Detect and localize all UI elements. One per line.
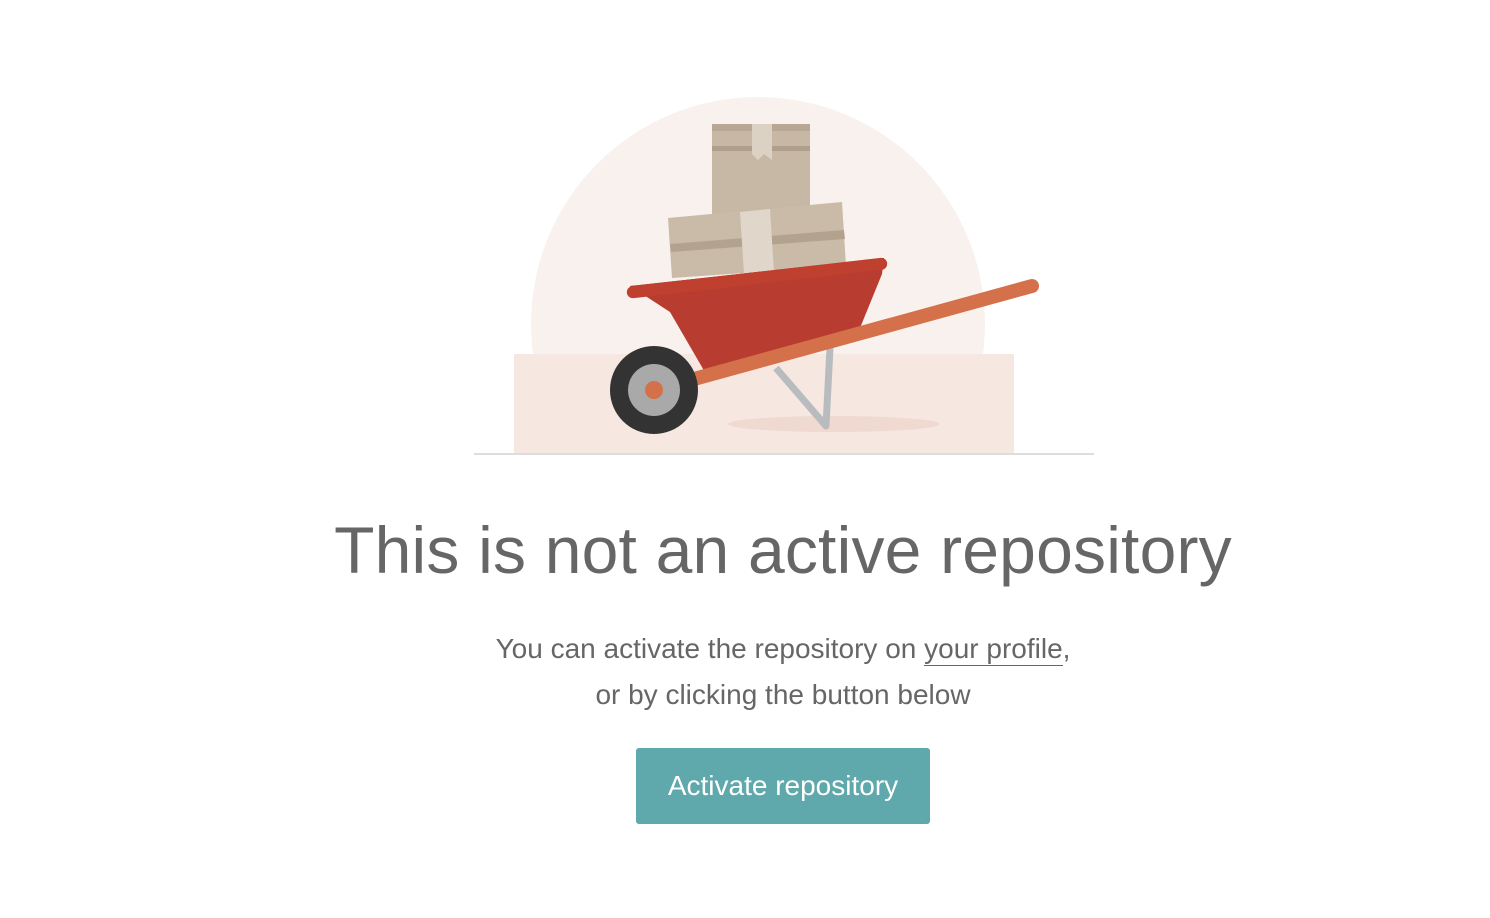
wheelbarrow-illustration [474, 96, 1094, 458]
your-profile-link[interactable]: your profile [924, 633, 1063, 666]
message-text-after-link: , [1062, 633, 1071, 664]
activation-message-line-one: You can activate the repository on your … [0, 626, 1490, 672]
inactive-repository-page: This is not an active repository You can… [0, 0, 1490, 918]
message-text-before-link: You can activate the repository on [495, 633, 925, 664]
wheelbarrow-icon [474, 97, 1094, 455]
activation-message-line-two: or by clicking the button below [595, 679, 971, 710]
activation-message: You can activate the repository on your … [0, 626, 1490, 718]
page-title: This is not an active repository [334, 513, 1232, 587]
activate-repository-button[interactable]: Activate repository [636, 748, 930, 824]
